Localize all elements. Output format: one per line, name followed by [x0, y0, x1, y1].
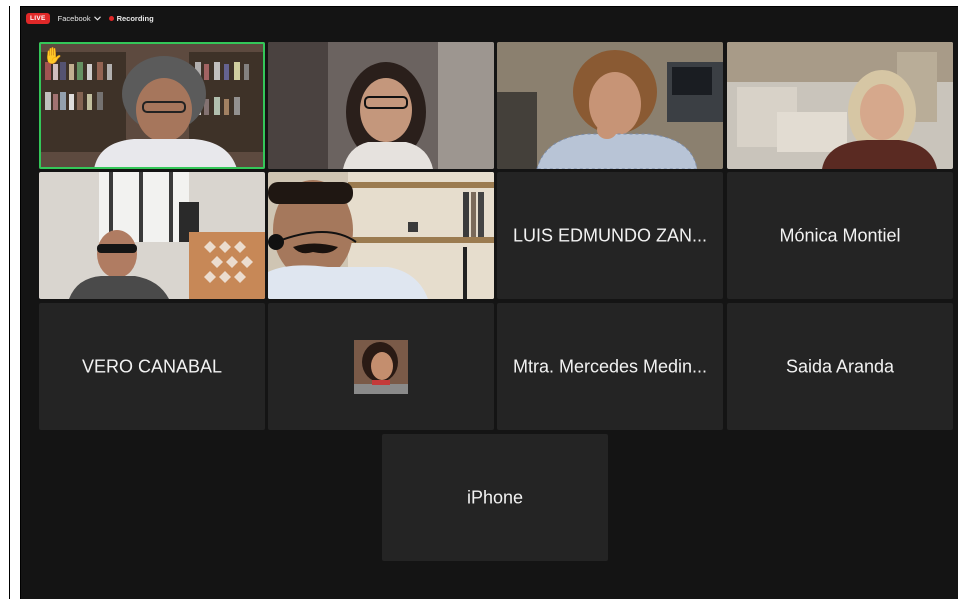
participant-name: iPhone [466, 487, 524, 507]
video-tile-1[interactable]: ✋ [39, 42, 265, 169]
participant-name: LUIS EDMUNDO ZAN... [512, 225, 708, 245]
participant-video [39, 172, 265, 299]
participant-tile-luis[interactable]: LUIS EDMUNDO ZAN... [497, 172, 723, 299]
participant-tile-vero[interactable]: VERO CANABAL [39, 303, 265, 430]
participant-name: Mtra. Mercedes Medin... [512, 356, 708, 376]
participant-name: Saida Aranda [785, 356, 895, 376]
video-tile-6[interactable] [268, 172, 494, 299]
recording-label: Recording [116, 13, 154, 23]
video-tile-4[interactable] [727, 42, 953, 169]
participant-video [39, 42, 265, 169]
video-tile-3[interactable] [497, 42, 723, 169]
participant-name: Mónica Montiel [779, 225, 901, 245]
avatar [354, 339, 408, 394]
facebook-label: Facebook [57, 13, 91, 23]
participant-video [497, 42, 723, 169]
recording-dot-icon [108, 15, 114, 21]
profile-picture [354, 339, 408, 394]
participant-tile-saida[interactable]: Saida Aranda [727, 303, 953, 430]
meeting-window: LIVE Facebook Recording ✋ LUIS EDMUNDO Z… [20, 6, 958, 599]
participant-video [268, 42, 494, 169]
raised-hand-icon: ✋ [43, 48, 63, 65]
meeting-topbar: LIVE Facebook Recording [26, 11, 154, 25]
participant-video [268, 172, 494, 299]
facebook-dropdown[interactable]: Facebook [58, 14, 101, 23]
participant-tile-mercedes[interactable]: Mtra. Mercedes Medin... [497, 303, 723, 430]
live-badge[interactable]: LIVE [26, 12, 50, 24]
participant-tile-iphone[interactable]: iPhone [382, 434, 608, 561]
participant-tile-monica[interactable]: Mónica Montiel [727, 172, 953, 299]
page-edge-line [9, 6, 10, 599]
video-tile-2[interactable] [268, 42, 494, 169]
participant-name: VERO CANABAL [81, 356, 223, 376]
chevron-down-icon [93, 15, 101, 21]
video-tile-5[interactable] [39, 172, 265, 299]
participant-tile-avatar[interactable] [268, 303, 494, 430]
participant-video [727, 42, 953, 169]
recording-indicator[interactable]: Recording [108, 13, 154, 23]
